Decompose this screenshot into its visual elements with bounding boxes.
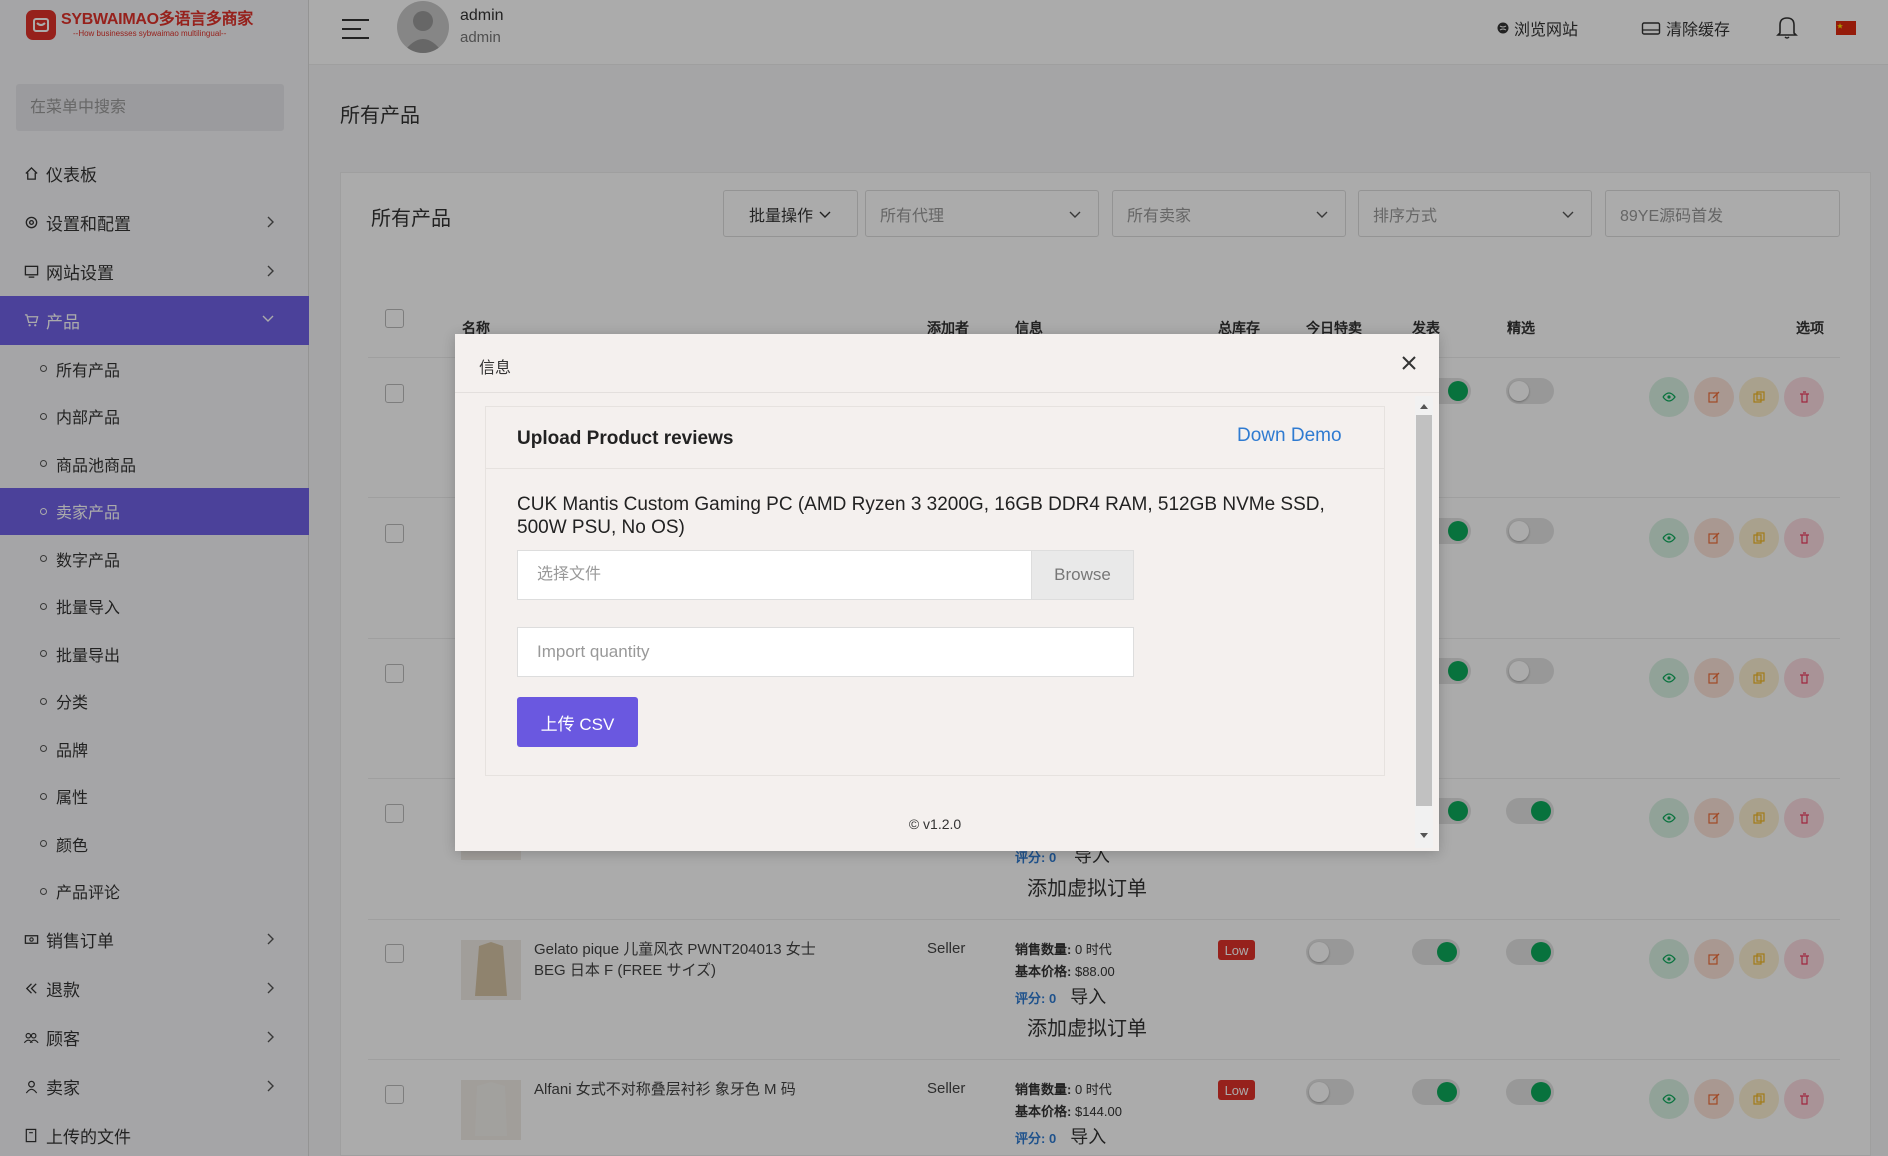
version-text: © v1.2.0 (908, 816, 962, 832)
file-input-placeholder: 选择文件 (537, 566, 602, 583)
product-title: CUK Mantis Custom Gaming PC (AMD Ryzen 3… (517, 494, 1325, 538)
upload-card-header: Upload Product reviews Down Demo (486, 407, 1384, 469)
modal-close-button[interactable] (1397, 351, 1421, 375)
scroll-down-arrow-icon[interactable] (1419, 832, 1429, 840)
scroll-up-arrow-icon[interactable] (1419, 402, 1429, 410)
file-input[interactable]: 选择文件 Browse (517, 550, 1134, 600)
modal-scrollbar-thumb[interactable] (1416, 415, 1432, 806)
modal-title: 信息 (479, 360, 512, 377)
upload-title: Upload Product reviews (517, 428, 734, 449)
modal-header: 信息 (455, 334, 1439, 393)
upload-csv-button[interactable]: 上传 CSV (517, 697, 638, 747)
modal-scrollbar[interactable] (1415, 396, 1433, 848)
download-demo-link[interactable]: Down Demo (1237, 425, 1342, 447)
info-modal: 信息 Upload Product reviews Down Demo CUK … (455, 334, 1439, 851)
close-icon (1402, 356, 1416, 370)
upload-reviews-card: Upload Product reviews Down Demo CUK Man… (485, 406, 1385, 776)
browse-button[interactable]: Browse (1031, 551, 1133, 599)
import-quantity-input[interactable] (517, 627, 1134, 677)
